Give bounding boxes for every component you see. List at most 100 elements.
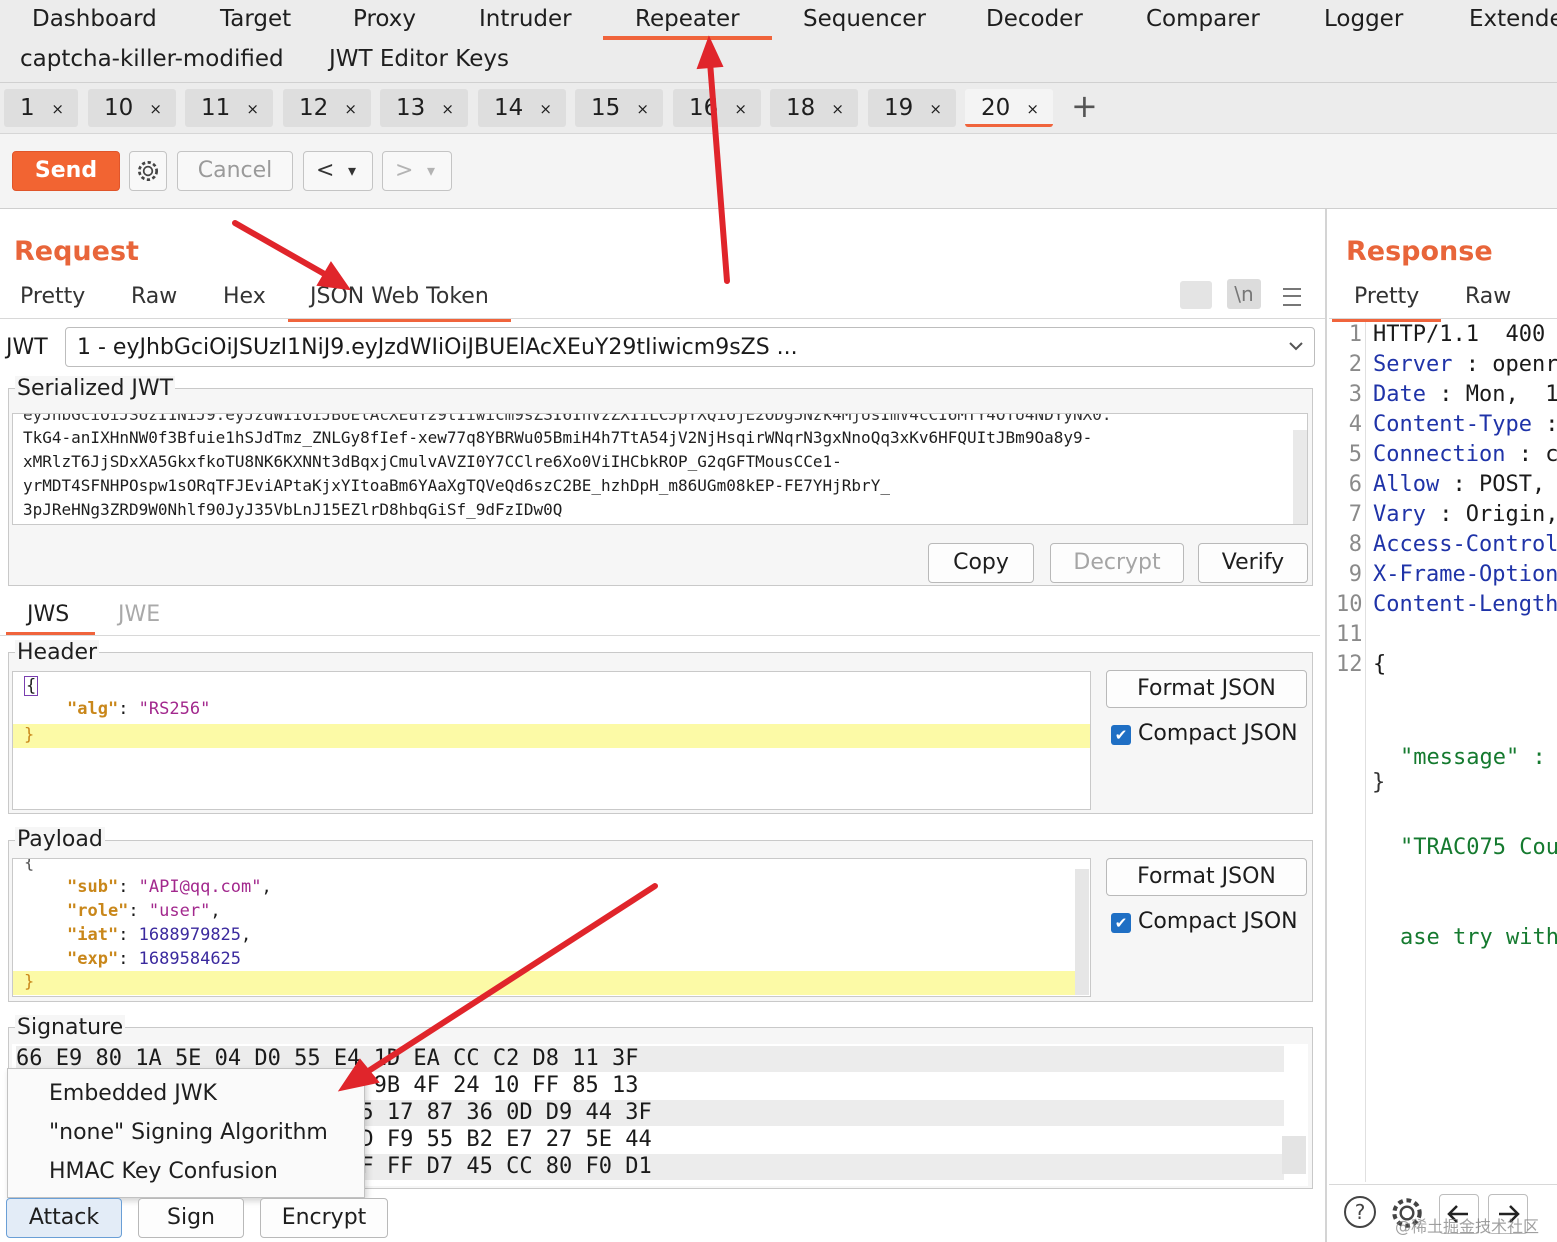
response-json-body: "message" : "TRAC075 Cou ase try with [1400,683,1557,983]
response-json-line: "message" : [1400,745,1546,770]
copy-button[interactable]: Copy [928,543,1034,583]
chevron-left-icon: < [316,158,335,183]
serialized-line: xMRlzT6JjSDxXA5GkxfkoTU8NK6KXNNt3dBqxjCm… [23,452,842,471]
payload-editor[interactable]: { "sub": "API@qq.com", "role": "user", "ia… [12,858,1091,997]
response-tab-raw[interactable]: Raw [1465,284,1511,309]
header-key: Connection [1373,442,1506,467]
scrollbar[interactable] [1282,1136,1306,1174]
tab-raw[interactable]: Raw [131,284,177,309]
divider [1329,318,1557,319]
header-key: Date [1373,382,1426,407]
verify-button[interactable]: Verify [1198,543,1308,583]
payload-line: "role": "user", [67,901,221,921]
tab-jws[interactable]: JWS [27,602,69,627]
repeater-tab-12[interactable]: 12 × [283,89,371,127]
menu-icon[interactable] [1283,288,1301,306]
watermark: @稀土掘金技术社区 [1395,1217,1540,1236]
payload-format-json-button[interactable]: Format JSON [1106,858,1307,896]
cancel-button[interactable]: Cancel [177,151,293,191]
chevron-down-icon[interactable]: ▾ [427,152,435,190]
repeater-tab-11[interactable]: 11 × [185,89,273,127]
close-icon[interactable]: × [831,90,844,128]
repeater-tab-14[interactable]: 14 × [478,89,566,127]
nav-comparer[interactable]: Comparer [1146,6,1260,32]
line-number: 4 [1348,412,1362,437]
header-compact-json-checkbox[interactable]: ✔ [1111,725,1131,745]
header-value: : POST, C [1452,472,1546,497]
response-tab-pretty[interactable]: Pretty [1331,284,1442,322]
tab-label: 10 [104,95,134,121]
add-tab-icon[interactable]: + [1071,87,1098,125]
nav-target[interactable]: Target [220,6,291,32]
serialized-jwt-editor[interactable]: eyJhbGciOiJSUzI1NiJ9.eyJzdWIiOiJBUElAcXE… [12,413,1308,525]
repeater-tab-16[interactable]: 16 × [673,89,761,127]
header-editor[interactable]: { "alg": "RS256" } [12,671,1091,810]
close-icon[interactable]: × [929,90,942,128]
response-line: 2 Server : openre [1336,352,1557,377]
encrypt-button[interactable]: Encrypt [260,1198,388,1238]
help-icon[interactable]: ? [1344,1196,1376,1228]
nav-logger[interactable]: Logger [1324,6,1403,32]
tab-label: 1 [20,95,35,121]
decrypt-button[interactable]: Decrypt [1050,543,1184,583]
line-number: 10 [1336,592,1363,617]
repeater-tab-13[interactable]: 13 × [380,89,468,127]
scrollbar[interactable] [1293,430,1307,524]
repeater-tab-20[interactable]: 20 × [965,89,1053,127]
serialized-line: 3pJReHNg3ZRD9W0Nhlf90JyJ35VbLnJ15EZlrD8h… [23,500,563,519]
close-icon[interactable]: × [149,90,162,128]
repeater-tab-1[interactable]: 1 × [4,89,78,127]
attack-button[interactable]: Attack [6,1198,122,1238]
chevron-down-icon[interactable]: ▾ [348,152,356,190]
nav-extender[interactable]: Extende [1469,6,1557,32]
repeater-tab-19[interactable]: 19 × [868,89,956,127]
tab-pretty[interactable]: Pretty [20,284,85,309]
repeater-tab-10[interactable]: 10 × [88,89,176,127]
nav-repeater[interactable]: Repeater [603,6,772,40]
nav-dashboard[interactable]: Dashboard [32,6,157,32]
header-format-json-button[interactable]: Format JSON [1106,670,1307,708]
jwt-select-value: 1 - eyJhbGciOiJSUzI1NiJ9.eyJzdWIiOiJBUEl… [77,335,798,360]
close-icon[interactable]: × [636,90,649,128]
payload-compact-json-checkbox[interactable]: ✔ [1111,913,1131,933]
newline-icon[interactable]: \n [1227,279,1261,309]
close-icon[interactable]: × [539,90,552,128]
response-json-line: ase try with [1400,925,1557,950]
send-button[interactable]: Send [12,151,120,191]
repeater-tab-strip: 1 × 10 × 11 × 12 × 13 × 14 × 15 × 16 × 18 × 19 × 2… [0,83,1557,134]
close-icon[interactable]: × [344,90,357,128]
scrollbar[interactable] [1075,869,1089,995]
nav-jwt-editor-keys[interactable]: JWT Editor Keys [329,46,509,72]
menu-item-none-signing-algorithm[interactable]: "none" Signing Algorithm [49,1120,328,1145]
header-value: HTTP/1.1 400 E [1373,322,1557,347]
menu-item-hmac-key-confusion[interactable]: HMAC Key Confusion [49,1159,278,1184]
settings-button[interactable] [129,151,167,191]
menu-item-embedded-jwk[interactable]: Embedded JWK [49,1081,217,1106]
nav-decoder[interactable]: Decoder [986,6,1083,32]
jwt-select[interactable]: 1 - eyJhbGciOiJSUzI1NiJ9.eyJzdWIiOiJBUEl… [65,327,1315,367]
nav-sequencer[interactable]: Sequencer [803,6,926,32]
nav-intruder[interactable]: Intruder [479,6,572,32]
line-number: 9 [1348,562,1362,587]
response-line: 12 { [1336,652,1386,677]
back-button[interactable]: < ▾ [303,151,373,191]
repeater-tab-18[interactable]: 18 × [770,89,858,127]
close-icon[interactable]: × [246,90,259,128]
sign-button[interactable]: Sign [138,1198,244,1238]
header-value: : Mon, 10 [1439,382,1557,407]
repeater-tab-15[interactable]: 15 × [575,89,663,127]
word-wrap-icon[interactable] [1180,281,1212,309]
payload-label: Payload [15,827,105,852]
tab-json-web-token[interactable]: JSON Web Token [288,284,511,322]
close-icon[interactable]: × [51,90,64,128]
forward-button[interactable]: > ▾ [382,151,452,191]
close-icon[interactable]: × [1026,90,1039,128]
close-icon[interactable]: × [734,90,747,128]
close-icon[interactable]: × [441,90,454,128]
nav-proxy[interactable]: Proxy [353,6,416,32]
response-line: 4 Content-Type : [1336,412,1557,437]
nav-captcha-killer[interactable]: captcha-killer-modified [20,46,284,72]
jwt-label: JWT [6,335,48,360]
tab-hex[interactable]: Hex [223,284,266,309]
tab-jwe[interactable]: JWE [118,602,160,627]
